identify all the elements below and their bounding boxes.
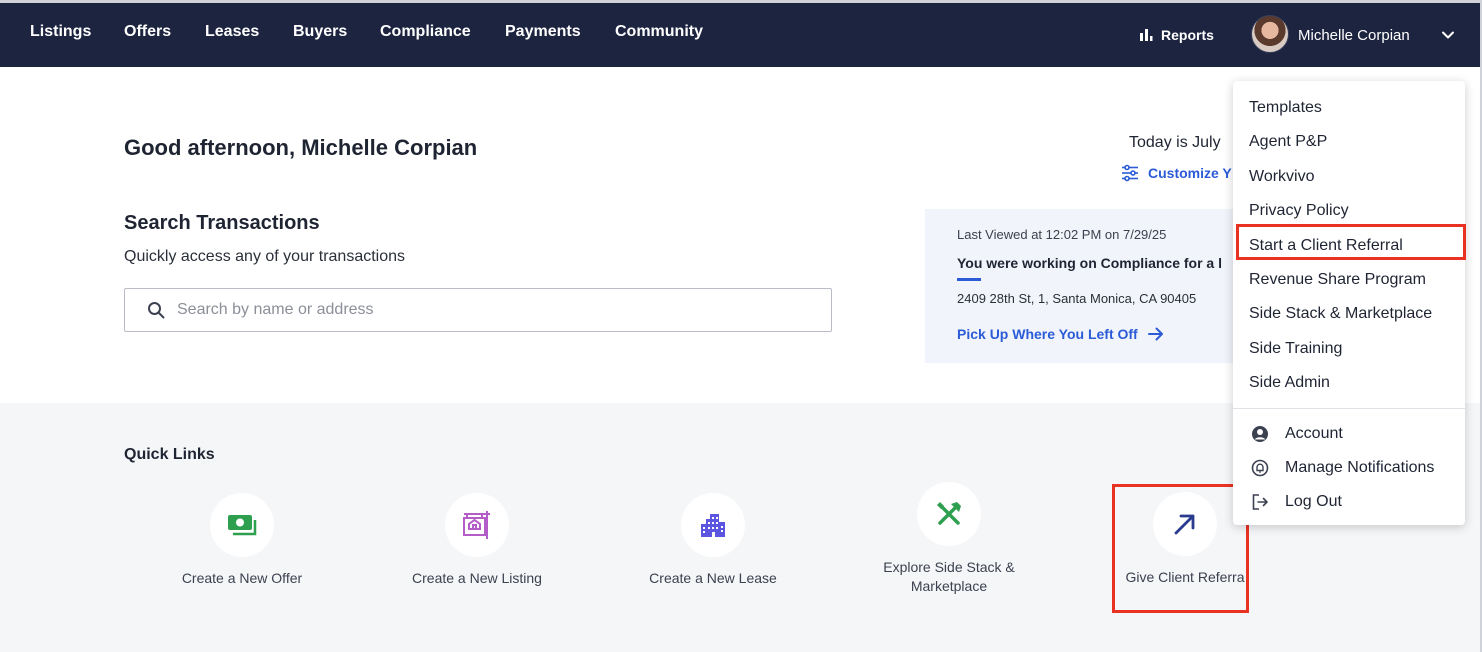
quick-link-label-line2: Marketplace xyxy=(910,578,988,594)
nav-listings[interactable]: Listings xyxy=(30,23,91,41)
user-name[interactable]: Michelle Corpian xyxy=(1298,27,1410,44)
customize-label: Customize Y xyxy=(1148,165,1232,181)
quick-link-label: Explore Side Stack & Marketplace xyxy=(849,558,1049,596)
bar-chart-icon xyxy=(1140,29,1153,41)
reports-label: Reports xyxy=(1161,27,1214,43)
menu-item-log-out[interactable]: Log Out xyxy=(1251,493,1342,511)
sliders-icon xyxy=(1122,164,1138,182)
search-subtitle: Quickly access any of your transactions xyxy=(124,248,406,265)
arrow-up-right-icon xyxy=(1174,514,1195,535)
nav-payments[interactable]: Payments xyxy=(505,23,581,41)
today-text: Today is July xyxy=(1129,134,1221,151)
last-viewed-address: 2409 28th St, 1, Santa Monica, CA 90405 xyxy=(957,291,1197,306)
avatar[interactable] xyxy=(1251,15,1289,53)
menu-item-workvivo[interactable]: Workvivo xyxy=(1249,168,1315,186)
menu-item-agent-pp[interactable]: Agent P&P xyxy=(1249,133,1327,151)
arrow-right-icon xyxy=(1147,327,1163,341)
quick-link-side-stack[interactable]: Explore Side Stack & Marketplace xyxy=(849,482,1049,596)
quick-link-label: Create a New Listing xyxy=(412,570,542,586)
money-icon xyxy=(228,515,257,536)
nav-offers[interactable]: Offers xyxy=(124,23,171,41)
menu-item-start-client-referral[interactable]: Start a Client Referral xyxy=(1249,237,1403,255)
menu-item-revenue-share[interactable]: Revenue Share Program xyxy=(1249,271,1426,289)
app-window: Listings Offers Leases Buyers Compliance… xyxy=(0,0,1482,652)
nav-buyers[interactable]: Buyers xyxy=(293,23,347,41)
last-viewed-card: Last Viewed at 12:02 PM on 7/29/25 You w… xyxy=(925,209,1245,363)
logout-icon xyxy=(1252,494,1268,510)
pick-up-label: Pick Up Where You Left Off xyxy=(957,326,1138,342)
quick-link-circle xyxy=(445,493,509,557)
quick-link-label: Create a New Offer xyxy=(181,570,303,586)
quick-link-circle xyxy=(681,493,745,557)
quick-link-new-offer[interactable]: Create a New Offer xyxy=(142,493,342,588)
menu-item-account[interactable]: Account xyxy=(1251,425,1343,443)
pick-up-link[interactable]: Pick Up Where You Left Off xyxy=(957,326,1164,342)
menu-item-side-training[interactable]: Side Training xyxy=(1249,340,1342,358)
menu-item-account-label: Account xyxy=(1285,425,1343,442)
quick-link-circle xyxy=(1153,492,1217,556)
chevron-down-icon[interactable] xyxy=(1440,27,1456,43)
top-nav: Listings Offers Leases Buyers Compliance… xyxy=(0,3,1480,67)
last-viewed-time: Last Viewed at 12:02 PM on 7/29/25 xyxy=(957,227,1167,242)
menu-divider xyxy=(1233,408,1465,409)
last-viewed-working: You were working on Compliance for a l xyxy=(957,255,1223,271)
quick-link-circle xyxy=(210,493,274,557)
search-icon xyxy=(148,302,165,319)
quick-links-title: Quick Links xyxy=(124,446,215,463)
menu-item-privacy-policy[interactable]: Privacy Policy xyxy=(1249,202,1349,220)
search-input[interactable] xyxy=(177,301,777,319)
listing-sign-icon xyxy=(463,511,490,539)
quick-link-label-line1: Explore Side Stack & xyxy=(883,559,1015,575)
nav-community[interactable]: Community xyxy=(615,23,703,41)
quick-link-circle xyxy=(917,482,981,546)
menu-item-templates[interactable]: Templates xyxy=(1249,99,1322,117)
user-dropdown-menu: Templates Agent P&P Workvivo Privacy Pol… xyxy=(1233,81,1465,525)
search-title: Search Transactions xyxy=(124,212,320,234)
building-icon xyxy=(701,514,725,537)
quick-link-label: Give Client Referra xyxy=(1125,569,1245,585)
nav-leases[interactable]: Leases xyxy=(205,23,259,41)
bell-icon xyxy=(1251,459,1269,477)
quick-link-new-lease[interactable]: Create a New Lease xyxy=(613,493,813,588)
menu-item-side-stack[interactable]: Side Stack & Marketplace xyxy=(1249,305,1432,323)
page-title: Good afternoon, Michelle Corpian xyxy=(124,135,478,160)
tools-icon xyxy=(937,502,961,525)
customize-link[interactable]: Customize Y xyxy=(1121,164,1232,182)
menu-item-manage-notifications[interactable]: Manage Notifications xyxy=(1251,459,1434,477)
reports-button[interactable]: Reports xyxy=(1139,27,1214,43)
menu-item-notifications-label: Manage Notifications xyxy=(1285,459,1435,476)
search-box[interactable] xyxy=(124,288,832,332)
user-circle-icon xyxy=(1252,426,1268,442)
quick-link-new-listing[interactable]: Create a New Listing xyxy=(377,493,577,588)
nav-compliance[interactable]: Compliance xyxy=(380,23,471,41)
accent-divider xyxy=(957,278,981,281)
quick-link-label: Create a New Lease xyxy=(649,570,777,586)
menu-item-side-admin[interactable]: Side Admin xyxy=(1249,374,1330,392)
menu-item-logout-label: Log Out xyxy=(1285,493,1342,510)
